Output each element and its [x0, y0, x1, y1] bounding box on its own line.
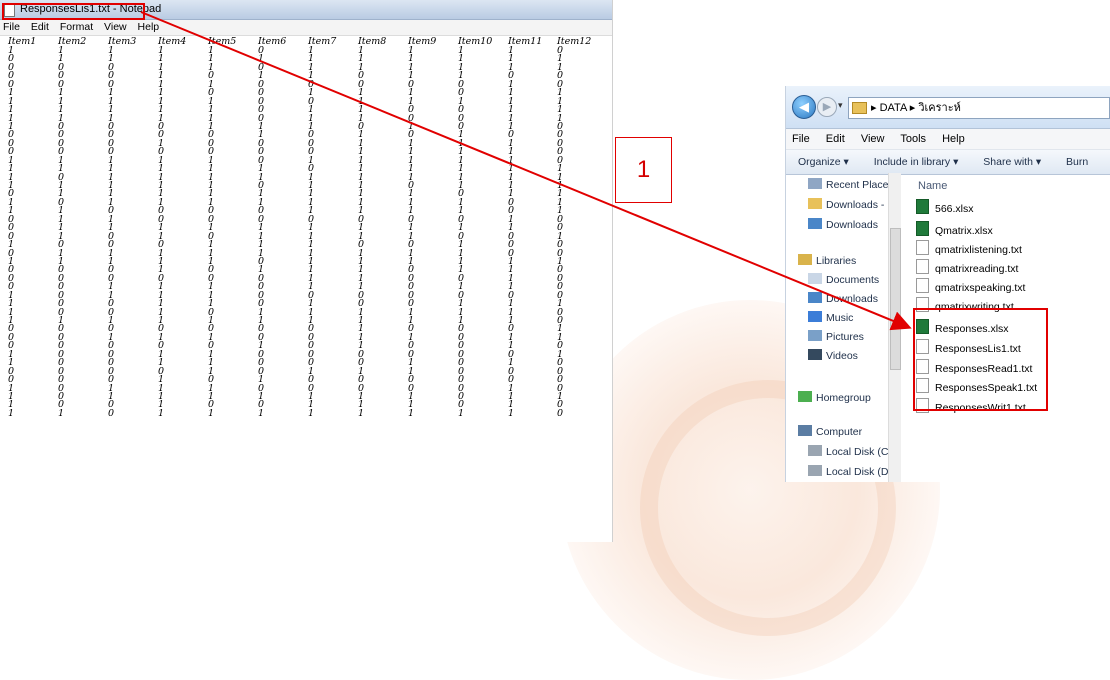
arrow-to-response-files [140, 11, 912, 331]
annotation-arrows [140, 11, 912, 331]
